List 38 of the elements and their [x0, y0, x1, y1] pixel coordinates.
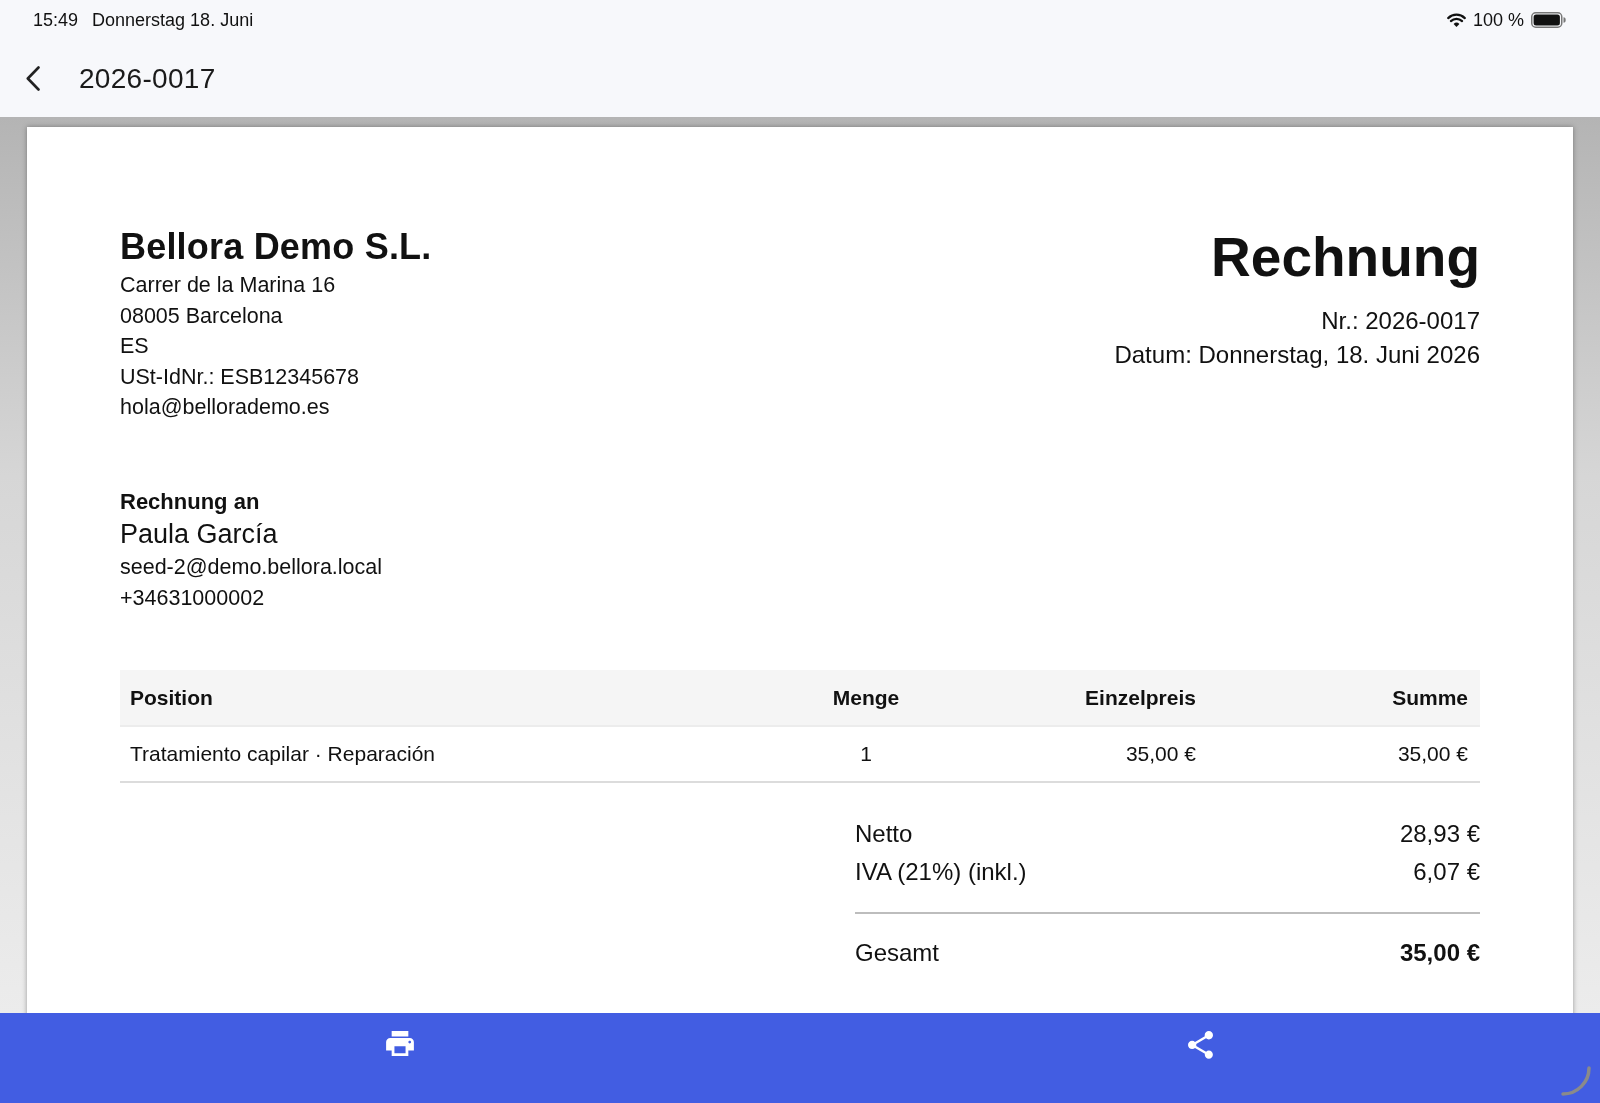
invoice-meta: Nr.: 2026-0017: [1320, 306, 1480, 336]
invoice-meta: Datum: Donnerstag, 18. Juni 2026: [1114, 340, 1480, 370]
column-header: Summe: [1208, 670, 1480, 728]
address-line: USt-IdNr.: ESB12345678: [120, 363, 360, 391]
customer-name: Paula García: [120, 517, 278, 551]
share-icon: [1187, 1031, 1213, 1059]
total-label: Gesamt: [855, 938, 940, 969]
table-cell: 35,00 €: [947, 727, 1208, 784]
subtotal-label: IVA (21%) (inkl.): [855, 857, 1027, 888]
customer-contact: +34631000002: [120, 584, 265, 612]
subtotal-amount: 6,07 €: [1413, 857, 1480, 888]
column-header: Menge: [787, 670, 947, 728]
back-chevron-icon: [26, 66, 40, 91]
share-button[interactable]: [1187, 1031, 1213, 1059]
customer-contact: seed-2@demo.bellora.local: [120, 553, 383, 581]
print-button[interactable]: [386, 1031, 414, 1056]
battery-icon: [1531, 12, 1566, 28]
address-line: hola@bellorademo.es: [120, 394, 330, 422]
status-time: 15:49: [33, 8, 79, 32]
printer-icon: [386, 1031, 414, 1056]
column-header: Einzelpreis: [947, 670, 1208, 728]
table-cell: 35,00 €: [1208, 727, 1480, 784]
company-name: Bellora Demo S.L.: [120, 225, 432, 268]
wifi-icon: [1446, 13, 1466, 27]
address-line: Carrer de la Marina 16: [120, 272, 336, 299]
status-date: Donnerstag 18. Juni: [92, 8, 254, 32]
subtotal-amount: 28,93 €: [1399, 819, 1480, 850]
battery-percent: 100 %: [1472, 8, 1524, 32]
bill-to-heading: Rechnung an: [120, 487, 260, 516]
table-cell: 1: [787, 727, 947, 784]
subtotal-label: Netto: [855, 819, 913, 850]
table-cell: Tratamiento capilar · Reparación: [120, 727, 787, 784]
invoice-title: Rechnung: [1210, 225, 1480, 290]
page-title: 2026-0017: [79, 61, 216, 96]
address-line: 08005 Barcelona: [120, 302, 283, 330]
address-line: ES: [120, 333, 149, 361]
total-amount: 35,00 €: [1399, 938, 1480, 969]
column-header: Position: [120, 670, 787, 728]
